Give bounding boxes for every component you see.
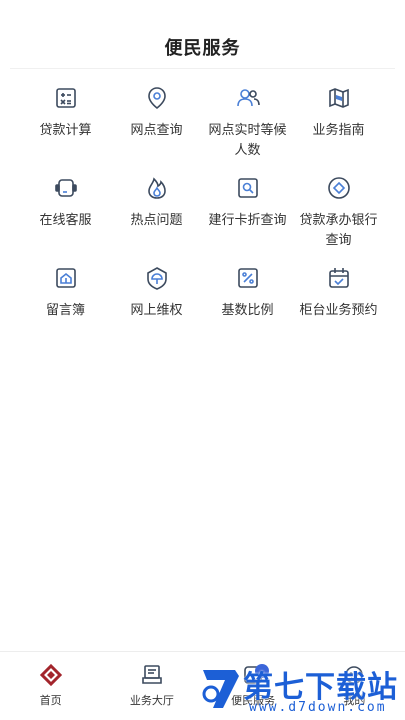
bank-search-icon [327,177,350,199]
service-label: 业务指南 [312,123,365,138]
people-icon [236,89,260,107]
service-label: 在线客服 [39,213,92,228]
service-online-support[interactable]: 在线客服 [20,173,111,263]
service-label: 柜台业务预约 [299,303,378,318]
tab-home[interactable]: 首页 [0,652,101,720]
service-label: 网点查询 [130,123,183,138]
service-label: 基数比例 [221,303,274,318]
services-grid: 贷款计算 网点查询 网点实时等候人数 业务指南 在线客服 热点问题 建行卡折查询… [20,83,385,353]
page-header: 便民服务 [0,0,405,68]
service-label: 贷款计算 [39,123,92,138]
tab-label: 便民服务 [231,694,276,707]
service-label: 网上维权 [130,303,183,318]
service-message-book[interactable]: 留言簿 [20,263,111,353]
service-hot-questions[interactable]: 热点问题 [111,173,202,263]
map-icon [328,88,349,108]
message-book-icon [55,268,76,288]
location-pin-icon [147,87,166,110]
service-branch-query[interactable]: 网点查询 [111,83,202,173]
calculator-icon [55,88,76,108]
service-business-guide[interactable]: 业务指南 [293,83,384,173]
service-branch-waiting[interactable]: 网点实时等候人数 [202,83,293,173]
flame-icon [147,177,166,199]
bottom-tab-bar: 首页 业务大厅 便民服务 我的 [0,651,405,720]
tab-convenience-services[interactable]: 便民服务 [203,652,304,720]
page-title: 便民服务 [164,38,241,59]
service-base-ratio[interactable]: 基数比例 [202,263,293,353]
hall-icon [142,665,162,684]
service-loan-bank-query[interactable]: 贷款承办银行查询 [293,173,384,263]
headset-icon [54,179,77,197]
tab-label: 我的 [343,694,366,707]
card-search-icon [237,178,258,198]
service-counter-booking[interactable]: 柜台业务预约 [293,263,384,353]
profile-icon [345,666,364,684]
notification-badge [255,664,270,678]
service-label: 热点问题 [130,213,183,228]
service-card-query[interactable]: 建行卡折查询 [202,173,293,263]
tab-business-hall[interactable]: 业务大厅 [101,652,202,720]
service-loan-calculator[interactable]: 贷款计算 [20,83,111,173]
tab-label: 业务大厅 [129,694,174,707]
service-label: 贷款承办银行查询 [299,213,378,248]
service-online-rights[interactable]: 网上维权 [111,263,202,353]
service-label: 网点实时等候人数 [208,123,287,158]
service-label: 建行卡折查询 [208,213,287,228]
tab-profile[interactable]: 我的 [304,652,405,720]
service-label: 留言簿 [45,303,85,318]
home-logo-icon [39,663,62,687]
calendar-check-icon [328,268,349,288]
header-divider [10,68,395,69]
tab-label: 首页 [39,694,62,707]
percent-icon [237,268,258,288]
shield-umbrella-icon [146,267,167,290]
